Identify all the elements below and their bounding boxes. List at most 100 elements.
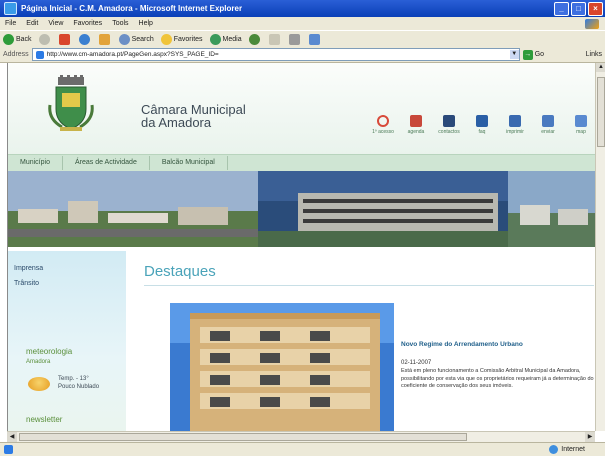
faq-icon — [476, 115, 488, 127]
scroll-right-arrow-icon[interactable]: ▶ — [585, 432, 595, 442]
address-input[interactable]: http://www.cm-amadora.pt/PageGen.aspx?SY… — [31, 48, 520, 61]
meteo-title: meteorologia — [26, 347, 73, 356]
search-icon — [118, 33, 130, 45]
contacts-icon — [443, 115, 455, 127]
meteo-place: Amadora — [26, 359, 51, 365]
windows-logo-icon — [585, 18, 599, 29]
agenda-icon — [410, 115, 422, 127]
quick-link-label: map — [576, 129, 586, 135]
search-button[interactable]: Search — [118, 33, 154, 45]
favorites-label: Favorites — [173, 35, 203, 43]
print-icon — [288, 33, 300, 45]
globe-icon — [549, 445, 559, 454]
go-label: Go — [534, 51, 545, 58]
newsletter-link[interactable]: newsletter — [26, 415, 62, 424]
quick-link-faq[interactable]: faq — [467, 115, 497, 135]
discuss-button[interactable] — [308, 33, 322, 45]
quick-link-label: contactos — [438, 129, 460, 135]
amadora-crest-logo[interactable] — [48, 75, 94, 133]
security-zone: Internet — [549, 445, 585, 454]
media-label: Media — [222, 35, 242, 43]
status-bar: Internet — [0, 442, 605, 456]
quick-link-send[interactable]: enviar — [533, 115, 563, 135]
favorites-star-icon — [160, 33, 172, 45]
menu-edit[interactable]: Edit — [26, 20, 38, 27]
ie-app-icon — [4, 2, 17, 15]
back-arrow-icon — [3, 33, 14, 45]
left-sidebar: Imprensa Trânsito meteorologia Amadora T… — [8, 251, 126, 431]
quick-link-contacts[interactable]: contactos — [434, 115, 464, 135]
horizontal-scroll-thumb[interactable] — [19, 433, 467, 441]
meteo-temp-value: Temp. - 13° — [58, 376, 89, 382]
news-body: Está em pleno funcionamento a Comissão A… — [401, 368, 594, 389]
menu-favorites[interactable]: Favorites — [73, 20, 102, 27]
discuss-icon — [308, 33, 320, 45]
section-title: Destaques — [144, 263, 216, 280]
news-building-photo[interactable] — [170, 303, 394, 431]
go-arrow-icon: → — [522, 49, 533, 60]
address-bar: Address http://www.cm-amadora.pt/PageGen… — [0, 47, 605, 63]
window-titlebar: Página Inicial - C.M. Amadora - Microsof… — [0, 0, 605, 17]
page-viewport: Câmara Municipal da Amadora 1º acesso ag… — [7, 63, 596, 431]
city-banner-image — [8, 171, 596, 247]
page-status-icon — [4, 445, 13, 454]
favorites-button[interactable]: Favorites — [160, 33, 203, 45]
site-brand[interactable]: Câmara Municipal da Amadora — [141, 103, 246, 129]
home-icon — [98, 33, 110, 45]
address-dropdown-icon[interactable]: ▼ — [509, 50, 519, 59]
forward-arrow-icon — [38, 33, 50, 45]
menu-help[interactable]: Help — [139, 20, 153, 27]
meteo-temperature: Temp. - 13° Pouco Nublado — [58, 375, 99, 391]
stop-button[interactable] — [58, 33, 72, 45]
back-button[interactable]: Back — [3, 33, 32, 45]
quick-link-first-access[interactable]: 1º acesso — [368, 115, 398, 135]
scroll-up-arrow-icon[interactable]: ▲ — [596, 63, 605, 72]
nav-balcao-municipal[interactable]: Balcão Municipal — [150, 156, 228, 170]
print-button[interactable] — [288, 33, 302, 45]
vertical-scrollbar[interactable]: ▲ — [595, 63, 605, 431]
partly-cloudy-icon — [28, 377, 50, 391]
page-icon — [35, 50, 44, 59]
vertical-scroll-thumb[interactable] — [597, 77, 605, 147]
nav-areas-actividade[interactable]: Áreas de Actividade — [63, 156, 150, 170]
back-label: Back — [16, 35, 32, 43]
quick-link-label: faq — [478, 129, 486, 135]
quick-link-label: enviar — [541, 129, 555, 135]
news-headline-link[interactable]: Novo Regime do Arrendamento Urbano — [401, 341, 523, 348]
menu-file[interactable]: File — [5, 20, 16, 27]
address-url: http://www.cm-amadora.pt/PageGen.aspx?SY… — [46, 51, 219, 58]
sidebar-link-imprensa[interactable]: Imprensa — [14, 265, 43, 272]
scroll-left-arrow-icon[interactable]: ◀ — [7, 432, 17, 442]
quick-link-agenda[interactable]: agenda — [401, 115, 431, 135]
main-nav: Município Áreas de Actividade Balcão Mun… — [8, 154, 596, 171]
sidebar-link-transito[interactable]: Trânsito — [14, 280, 39, 287]
stop-icon — [58, 33, 70, 45]
history-button[interactable] — [248, 33, 262, 45]
mail-button[interactable] — [268, 33, 282, 45]
refresh-icon — [78, 33, 90, 45]
history-icon — [248, 33, 260, 45]
send-icon — [542, 115, 554, 127]
first-access-icon — [377, 115, 389, 127]
nav-municipio[interactable]: Município — [8, 156, 63, 170]
go-button[interactable]: → Go — [522, 49, 545, 60]
quick-link-label: 1º acesso — [372, 129, 394, 135]
site-header: Câmara Municipal da Amadora 1º acesso ag… — [8, 63, 596, 156]
quick-link-map[interactable]: map — [566, 115, 596, 135]
maximize-button[interactable]: □ — [571, 1, 586, 16]
close-button[interactable]: × — [588, 1, 603, 16]
menu-view[interactable]: View — [48, 20, 63, 27]
print-icon — [509, 115, 521, 127]
section-divider — [144, 285, 594, 286]
minimize-button[interactable]: _ — [554, 1, 569, 16]
horizontal-scrollbar[interactable]: ◀ ▶ — [7, 431, 595, 442]
links-button[interactable]: Links — [586, 51, 602, 58]
quick-link-print[interactable]: imprimir — [500, 115, 530, 135]
home-button[interactable] — [98, 33, 112, 45]
menu-tools[interactable]: Tools — [112, 20, 128, 27]
refresh-button[interactable] — [78, 33, 92, 45]
forward-button[interactable] — [38, 33, 52, 45]
address-label: Address — [3, 51, 29, 58]
brand-line-2: da Amadora — [141, 115, 212, 130]
media-button[interactable]: Media — [209, 33, 242, 45]
